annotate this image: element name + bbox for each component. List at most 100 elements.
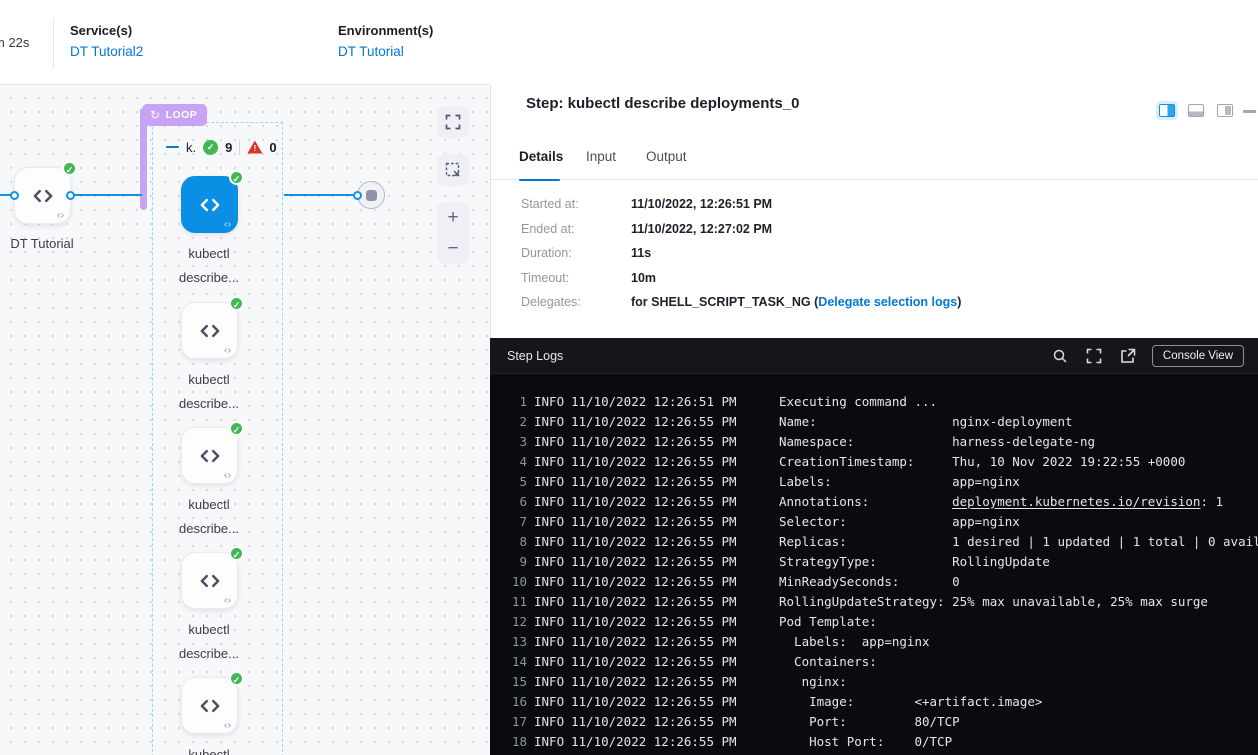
edge-connector-dot	[66, 191, 75, 200]
detail-label: Started at:	[521, 198, 631, 212]
environment-label: Environment(s)	[338, 23, 433, 38]
log-message: nginx:	[779, 674, 847, 689]
log-line-number: 15	[506, 674, 527, 689]
log-line-number: 11	[506, 594, 527, 609]
zoom-in-button[interactable]: +	[437, 202, 469, 233]
environment-link[interactable]: DT Tutorial	[338, 44, 404, 59]
log-line: 15INFO11/10/2022 12:26:55 PM nginx:	[490, 671, 1258, 691]
search-logs-icon[interactable]	[1052, 348, 1068, 364]
log-timestamp: 11/10/2022 12:26:55 PM	[571, 554, 737, 569]
delegate-selection-logs-link[interactable]: Delegate selection logs	[818, 295, 957, 309]
log-message: Containers:	[779, 654, 877, 669]
success-count: 9	[225, 140, 232, 155]
log-line: 4INFO11/10/2022 12:26:55 PMCreationTimes…	[490, 451, 1258, 471]
log-timestamp: 11/10/2022 12:26:55 PM	[571, 474, 737, 489]
service-label: Service(s)	[70, 23, 143, 38]
log-level: INFO	[534, 514, 565, 529]
log-message: Name: nginx-deployment	[779, 414, 1073, 429]
service-link[interactable]: DT Tutorial2	[70, 44, 143, 59]
pipeline-execution-screen: m 22s Service(s) DT Tutorial2 Environmen…	[0, 0, 1258, 755]
pipeline-node-kubectl-describe[interactable]: ✓	[181, 427, 238, 484]
log-level: INFO	[534, 674, 565, 689]
log-line: 18INFO11/10/2022 12:26:55 PM Host Port: …	[490, 731, 1258, 751]
shell-script-step-icon	[222, 220, 233, 229]
pipeline-graph-canvas[interactable]: ↻ LOOP ✓ DT Tutorial k. ✓ 9 ! 0	[0, 85, 490, 755]
log-line-number: 6	[506, 494, 527, 509]
layout-split-view-button[interactable]	[1159, 104, 1175, 117]
log-timestamp: 11/10/2022 12:26:55 PM	[571, 574, 737, 589]
canvas-marquee-select-button[interactable]	[437, 154, 469, 186]
log-message: Pod Template:	[779, 614, 877, 629]
log-line-number: 14	[506, 654, 527, 669]
log-line-number: 5	[506, 474, 527, 489]
marquee-select-icon	[445, 162, 461, 178]
pipeline-node-kubectl-describe[interactable]: ✓	[181, 552, 238, 609]
tab-output[interactable]: Output	[646, 149, 687, 164]
service-field: Service(s) DT Tutorial2	[70, 23, 143, 61]
log-line-number: 3	[506, 434, 527, 449]
detail-row: Delegates:for SHELL_SCRIPT_TASK_NG (Dele…	[521, 296, 961, 310]
loop-badge[interactable]: ↻ LOOP	[142, 104, 207, 126]
loop-badge-label: LOOP	[166, 109, 198, 121]
expand-logs-icon[interactable]	[1086, 348, 1102, 364]
node-label: kubectldescribe...	[144, 368, 274, 416]
log-level: INFO	[534, 394, 565, 409]
log-timestamp: 11/10/2022 12:26:55 PM	[571, 734, 737, 749]
log-line: 11INFO11/10/2022 12:26:55 PMRollingUpdat…	[490, 591, 1258, 611]
open-in-new-tab-icon[interactable]	[1120, 348, 1136, 364]
pipeline-node-kubectl-describe[interactable]: ✓	[181, 302, 238, 359]
zoom-out-button[interactable]: −	[437, 233, 469, 264]
detail-row: Timeout:10m	[521, 272, 961, 286]
collapse-group-button[interactable]	[166, 146, 179, 149]
detail-row: Ended at:11/10/2022, 12:27:02 PM	[521, 223, 961, 237]
warning-icon: !	[247, 141, 262, 154]
success-check-icon: ✓	[229, 421, 244, 436]
zoom-controls: + −	[437, 202, 469, 264]
log-message: Port: 80/TCP	[779, 714, 960, 729]
log-message: StrategyType: RollingUpdate	[779, 554, 1050, 569]
log-message: Labels: app=nginx	[779, 474, 1020, 489]
step-logs-panel: Step Logs Console View 1INFO11/10/2022 1…	[490, 338, 1258, 755]
log-line-number: 16	[506, 694, 527, 709]
tab-details[interactable]: Details	[519, 149, 563, 164]
edge	[284, 194, 358, 196]
console-view-button[interactable]: Console View	[1152, 345, 1244, 367]
canvas-fullscreen-button[interactable]	[437, 106, 469, 138]
details-fields: Started at:11/10/2022, 12:26:51 PMEnded …	[521, 198, 961, 321]
log-line: 5 INFO 11/10/2022 12:26:55 PM Labels: app=n…	[490, 471, 1258, 491]
stop-icon	[366, 190, 377, 201]
pipeline-node-dt-tutorial[interactable]: ✓	[14, 167, 71, 224]
log-message: CreationTimestamp: Thu, 10 Nov 2022 19:2…	[779, 454, 1185, 469]
code-icon	[197, 568, 223, 594]
log-line: 13INFO11/10/2022 12:26:55 PM Labels: app…	[490, 631, 1258, 651]
log-line: 3INFO11/10/2022 12:26:55 PMNamespace: ha…	[490, 431, 1258, 451]
log-level: INFO	[534, 494, 565, 509]
detail-label: Timeout:	[521, 272, 631, 286]
pipeline-node-kubectl-describe[interactable]: ✓	[181, 677, 238, 734]
log-line: 10INFO11/10/2022 12:26:55 PMMinReadySeco…	[490, 571, 1258, 591]
detail-label: Delegates:	[521, 296, 631, 310]
log-level: INFO	[534, 474, 565, 489]
success-check-icon: ✓	[203, 140, 218, 155]
environment-field: Environment(s) DT Tutorial	[338, 23, 433, 61]
log-message: MinReadySeconds: 0	[779, 574, 960, 589]
layout-right-view-button[interactable]	[1217, 104, 1233, 117]
tab-input[interactable]: Input	[586, 149, 616, 164]
detail-label: Duration:	[521, 247, 631, 261]
log-message: Executing command ...	[779, 394, 937, 409]
shell-script-step-icon	[222, 346, 233, 355]
log-message: Host Port: 0/TCP	[779, 734, 952, 749]
log-line-number: 9	[506, 554, 527, 569]
log-line-number: 4	[506, 454, 527, 469]
log-line: 2INFO11/10/2022 12:26:55 PMName: nginx-d…	[490, 411, 1258, 431]
loop-icon: ↻	[150, 109, 161, 121]
minimize-panel-button[interactable]	[1243, 110, 1256, 113]
layout-bottom-view-button[interactable]	[1188, 104, 1204, 117]
log-timestamp: 11/10/2022 12:26:55 PM	[571, 654, 737, 669]
log-level: INFO	[534, 734, 565, 749]
node-label: kubectldescribe...	[144, 242, 274, 290]
pipeline-node-kubectl-describe[interactable]: ✓	[181, 176, 238, 233]
log-level: INFO	[534, 594, 565, 609]
log-link[interactable]: deployment.kubernetes.io/revision	[952, 494, 1200, 509]
log-level: INFO	[534, 554, 565, 569]
